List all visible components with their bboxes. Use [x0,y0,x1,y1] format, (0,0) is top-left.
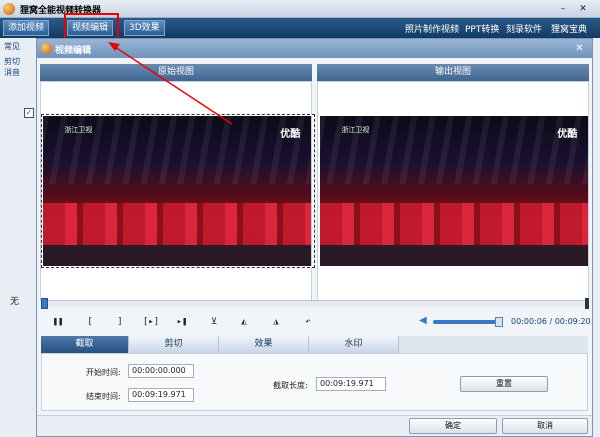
end-time-label: 结束时间: [86,392,121,401]
left-panel-text: 常见 [4,42,20,51]
app-logo-icon [3,3,15,15]
app-logo-icon [41,43,52,54]
crop-selection-box[interactable] [41,114,315,268]
dialog-title-bar: 视频编辑 ✕ [37,39,592,58]
start-time-label: 开始时间: [86,368,121,377]
output-view-panel: 浙江卫视 优酷 [317,81,589,301]
left-panel-text: 剪切 [4,57,20,66]
clip-length-field: 00:09:19.971 [316,377,386,391]
3d-effect-tab[interactable]: 3D效果 [124,20,165,36]
split-button[interactable]: ⊻ [207,315,221,329]
left-panel-text: 消音 [4,68,20,77]
timeline-start-handle[interactable] [41,298,48,309]
video-edit-dialog: 视频编辑 ✕ 原始视图 输出视图 浙江卫视 优酷 浙江卫视 优酷 ❚❚ [ ] … [36,38,593,437]
time-readout: 00:00:06 / 00:09:20 [511,317,591,326]
burn-software-link[interactable]: 刻录软件 [506,22,542,35]
original-view-header: 原始视图 [40,64,312,81]
undo-button[interactable]: ↶ [301,315,315,329]
frame-step-button[interactable]: [▸] [141,315,161,329]
channel-logo: 浙江卫视 [341,126,370,134]
rotate-button[interactable]: ◮ [269,315,283,329]
volume-icon[interactable]: ◀ [419,315,431,327]
pause-button[interactable]: ❚❚ [51,315,65,329]
clip-length-label: 截取长度: [273,381,308,390]
list-checkbox-icon[interactable]: ✓ [24,108,34,118]
close-app-icon[interactable]: ✕ [576,3,590,15]
timeline-slider[interactable] [41,298,589,309]
start-time-field[interactable]: 00:00:00.000 [128,364,194,378]
end-time-field[interactable]: 00:09:19.971 [128,388,194,402]
dialog-footer: 确定 取消 [37,415,592,436]
output-video-frame: 浙江卫视 优酷 [320,116,588,266]
reset-button[interactable]: 重置 [460,376,548,392]
tab-cut[interactable]: 剪切 [129,336,219,353]
tab-effect[interactable]: 效果 [219,336,309,353]
left-panel: 常见 剪切 消音 ✓ 无 [0,38,38,437]
minimize-icon[interactable]: – [556,3,570,15]
cancel-button[interactable]: 取消 [502,418,588,434]
video-watermark: 优酷 [557,129,578,140]
output-view-header: 输出视图 [317,64,589,81]
tab-watermark[interactable]: 水印 [309,336,399,353]
edit-tabs: 截取 剪切 效果 水印 [41,336,588,353]
mark-in-button[interactable]: [ [83,315,97,329]
left-panel-text: 无 [10,297,20,307]
mark-out-button[interactable]: ] [113,315,127,329]
dialog-title: 视频编辑 [55,46,92,56]
timeline-end-handle[interactable] [585,298,589,309]
add-video-tab[interactable]: 添加视频 [3,20,50,36]
photo-to-video-link[interactable]: 照片制作视频 [405,22,459,35]
volume-slider-thumb[interactable] [495,317,503,327]
right-edge [592,38,600,437]
playback-controls: ❚❚ [ ] [▸] ▸❚ ⊻ ◭ ◮ ↶ [37,309,592,333]
flip-button[interactable]: ◭ [237,315,251,329]
tab-trim[interactable]: 截取 [41,336,129,353]
close-icon[interactable]: ✕ [573,42,586,55]
next-frame-button[interactable]: ▸❚ [175,315,189,329]
volume-slider[interactable] [433,320,499,324]
trim-panel: 开始时间: 00:00:00.000 结束时间: 00:09:19.971 截取… [41,353,588,411]
ok-button[interactable]: 确定 [409,418,497,434]
ppt-convert-link[interactable]: PPT转换 [465,22,499,35]
liwo-guide-link[interactable]: 狸窝宝典 [551,22,587,35]
